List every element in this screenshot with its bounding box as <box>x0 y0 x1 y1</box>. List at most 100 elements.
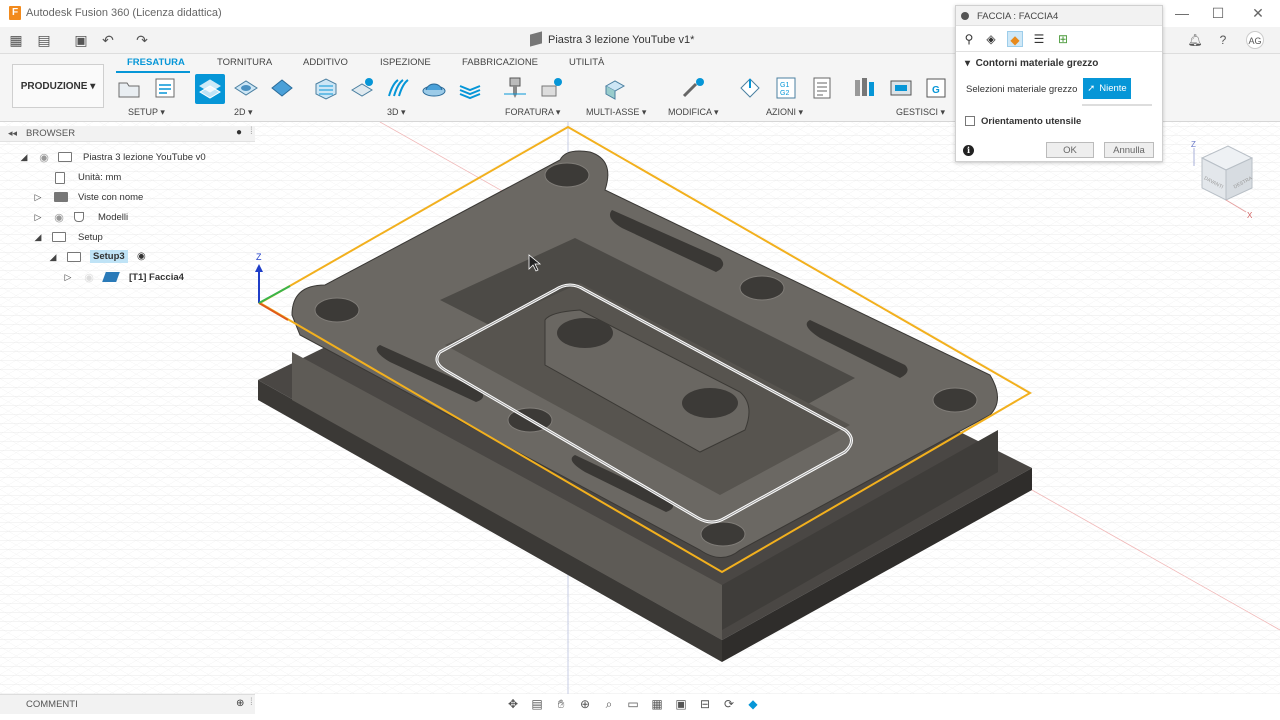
document-tab[interactable]: Piastra 3 lezione YouTube v1* <box>530 31 694 47</box>
notifications-icon[interactable]: 🔔︎ <box>1186 31 1204 49</box>
stock-contours-section[interactable]: ▾ Contorni materiale grezzo <box>965 58 1098 69</box>
group-gestisci[interactable]: GESTISCI ▾ <box>896 107 945 118</box>
tree-item-setup3[interactable]: ◢ Setup3 ◉ <box>0 248 255 268</box>
new-setup-icon[interactable] <box>116 76 142 100</box>
collapse-browser-icon[interactable]: ◂◂ <box>8 128 17 139</box>
look-at-icon[interactable]: ▤ <box>528 697 546 711</box>
viewcube[interactable]: DAVANTI DESTRA Z X <box>1190 138 1260 220</box>
post-library-icon[interactable]: G <box>924 76 950 100</box>
undo-icon[interactable]: ↶ <box>100 32 116 48</box>
group-azioni[interactable]: AZIONI ▾ <box>766 107 803 118</box>
expand-arrow-icon[interactable]: ▷ <box>33 192 43 203</box>
app-grid-icon[interactable]: ▦ <box>8 32 24 48</box>
3d-parallel-icon[interactable] <box>385 76 411 100</box>
hole-recognition-icon[interactable] <box>538 76 564 100</box>
tree-item-operation[interactable]: ▷ ◉ [T1] Faccia4 <box>0 268 255 288</box>
info-icon[interactable]: i <box>963 145 974 156</box>
group-3d[interactable]: 3D ▾ <box>387 107 406 118</box>
tool-library-icon[interactable] <box>852 76 878 100</box>
dialog-header[interactable]: FACCIA : FACCIA4 <box>956 6 1162 26</box>
save-icon[interactable]: ▣ <box>73 32 89 48</box>
tab-fabbricazione[interactable]: FABBRICAZIONE <box>462 57 538 68</box>
panel-resize-handle[interactable]: ⁞ <box>250 126 253 137</box>
browser-pin-icon[interactable]: ● <box>236 127 242 138</box>
model-icon <box>74 212 84 222</box>
tree-item-named-views[interactable]: ▷ Viste con nome <box>0 188 255 208</box>
tree-item-setup-folder[interactable]: ◢ Setup <box>0 228 255 248</box>
multiaxis-icon[interactable] <box>602 76 628 100</box>
close-window-button[interactable]: ✕ <box>1248 5 1268 22</box>
camera-icon[interactable]: ⊟ <box>696 697 714 711</box>
tab-utilita[interactable]: UTILITÀ <box>569 57 604 68</box>
group-modifica[interactable]: MODIFICA ▾ <box>668 107 719 118</box>
add-comment-icon[interactable]: ⊕ <box>236 698 244 709</box>
minimize-button[interactable]: — <box>1172 5 1192 21</box>
3d-scallop-icon[interactable] <box>457 76 483 100</box>
2d-pocket-icon[interactable] <box>233 76 259 100</box>
face-operation-icon <box>102 272 120 282</box>
group-modifica-label: MODIFICA <box>668 107 712 117</box>
3d-contour-icon[interactable] <box>421 76 447 100</box>
svg-text:G2: G2 <box>780 90 789 97</box>
tool-tab-icon[interactable]: ⚲ <box>961 31 977 47</box>
post-process-icon[interactable]: G1G2 <box>773 76 799 100</box>
expand-arrow-icon[interactable]: ◢ <box>33 232 43 243</box>
heights-tab-icon[interactable]: ◆ <box>1007 31 1023 47</box>
geometry-tab-icon[interactable]: ◈ <box>983 31 999 47</box>
tree-item-units[interactable]: Unità: mm <box>0 168 255 188</box>
linking-tab-icon[interactable]: ⊞ <box>1055 31 1071 47</box>
activate-setup-icon[interactable]: ◉ <box>137 251 146 262</box>
zoom-icon[interactable]: ⊕ <box>576 697 594 711</box>
expand-arrow-icon[interactable]: ◢ <box>48 252 58 263</box>
face-icon[interactable] <box>269 76 295 100</box>
panel-resize-handle[interactable]: ⁞ <box>250 697 253 708</box>
refresh-icon[interactable]: ⟳ <box>720 697 738 711</box>
tab-additivo[interactable]: ADDITIVO <box>303 57 348 68</box>
visibility-eye-icon[interactable]: ◉ <box>37 151 51 164</box>
workspace-switcher[interactable]: PRODUZIONE ▾ <box>12 64 104 108</box>
group-setup[interactable]: SETUP ▾ <box>128 107 165 118</box>
expand-arrow-icon[interactable]: ▷ <box>33 212 43 223</box>
3d-adaptive-icon[interactable] <box>313 76 339 100</box>
visibility-eye-icon[interactable]: ◉ <box>82 271 96 284</box>
ok-button[interactable]: OK <box>1046 142 1094 158</box>
stock-display-icon[interactable]: ◆ <box>744 697 762 711</box>
tab-ispezione[interactable]: ISPEZIONE <box>380 57 431 68</box>
group-multi-asse[interactable]: MULTI-ASSE ▾ <box>586 107 646 118</box>
group-foratura[interactable]: FORATURA ▾ <box>505 107 560 118</box>
setup-list-icon[interactable] <box>809 76 835 100</box>
simulate-icon[interactable] <box>737 76 763 100</box>
tab-tornitura[interactable]: TORNITURA <box>217 57 272 68</box>
file-menu-icon[interactable]: ▤ <box>36 32 52 48</box>
cancel-button[interactable]: Annulla <box>1104 142 1154 158</box>
group-2d[interactable]: 2D ▾ <box>234 107 253 118</box>
viewports-icon[interactable]: ▣ <box>672 697 690 711</box>
comments-title: COMMENTI <box>26 699 78 710</box>
pan-hand-icon[interactable]: ✋︎ <box>552 697 570 712</box>
machine-library-icon[interactable] <box>888 76 914 100</box>
help-icon[interactable]: ? <box>1214 31 1232 49</box>
setup-sheet-icon[interactable] <box>152 76 178 100</box>
modify-tool-icon[interactable] <box>680 76 706 100</box>
expand-arrow-icon[interactable]: ◢ <box>19 152 29 163</box>
visibility-eye-icon[interactable]: ◉ <box>52 211 66 224</box>
stock-selection-button[interactable]: ➚ Niente <box>1083 78 1131 99</box>
display-settings-icon[interactable]: ▭ <box>624 697 642 711</box>
dialog-collapse-icon[interactable] <box>961 12 969 20</box>
section-title: Contorni materiale grezzo <box>975 58 1099 69</box>
tree-item-document[interactable]: ◢ ◉ Piastra 3 lezione YouTube v0 <box>0 148 255 168</box>
passes-tab-icon[interactable]: ☰ <box>1031 31 1047 47</box>
orbit-icon[interactable]: ✥ <box>504 697 522 711</box>
tab-fresatura[interactable]: FRESATURA <box>127 57 185 68</box>
2d-adaptive-icon[interactable] <box>195 74 225 104</box>
fit-icon[interactable]: ⌕ <box>600 697 618 712</box>
tool-orientation-checkbox[interactable] <box>965 116 975 126</box>
tree-item-models[interactable]: ▷ ◉ Modelli <box>0 208 255 228</box>
maximize-button[interactable]: ☐ <box>1208 5 1228 22</box>
avatar[interactable]: AG <box>1246 31 1264 49</box>
expand-arrow-icon[interactable]: ▷ <box>63 272 73 283</box>
grid-settings-icon[interactable]: ▦ <box>648 697 666 711</box>
3d-pocket-icon[interactable] <box>349 76 375 100</box>
drill-icon[interactable] <box>502 76 528 100</box>
redo-icon[interactable]: ↷ <box>134 32 150 48</box>
